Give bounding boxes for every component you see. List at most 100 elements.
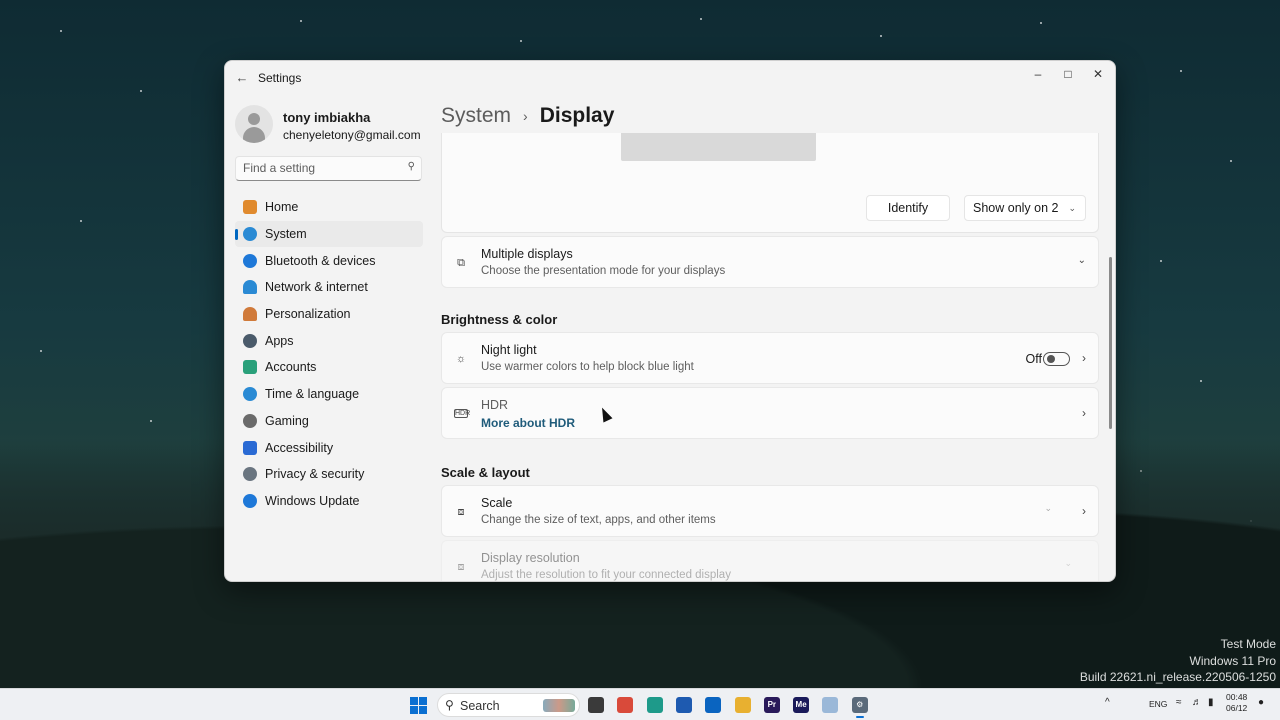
language-indicator[interactable]: ENG [1149, 699, 1167, 709]
taskbar-clock[interactable]: 00:48 06/12 [1226, 692, 1247, 714]
scale-select[interactable]: ⌄ [982, 499, 1060, 523]
watermark-line-2: Windows 11 Pro [1189, 653, 1276, 668]
monitor-preview[interactable] [621, 133, 816, 161]
sidebar-item-label: Apps [265, 333, 294, 348]
sidebar: tony imbiakha chenyeletony@gmail.com ⚲ H… [225, 95, 433, 581]
multiple-displays-card[interactable]: ⧉ Multiple displays Choose the presentat… [441, 236, 1099, 288]
sidebar-item-bluetooth-devices[interactable]: Bluetooth & devices [235, 247, 423, 274]
scale-card[interactable]: ⧈ Scale Change the size of text, apps, a… [441, 485, 1099, 537]
back-button[interactable]: ← [233, 69, 251, 87]
chevron-down-icon: ⌄ [1064, 558, 1072, 568]
edge-icon[interactable] [646, 697, 663, 713]
battery-icon[interactable]: ▮ [1208, 697, 1214, 708]
sidebar-item-gaming[interactable]: Gaming [235, 408, 423, 435]
explorer-icon[interactable] [734, 697, 751, 713]
sidebar-item-apps[interactable]: Apps [235, 327, 423, 354]
remote-desktop-icon[interactable] [822, 697, 839, 713]
sun-icon: ☼ [455, 353, 467, 365]
bluetooth-icon [243, 253, 257, 268]
sidebar-item-accounts[interactable]: Accounts [235, 354, 423, 381]
search-box[interactable]: ⚲ [235, 156, 422, 181]
multiple-displays-icon: ⧉ [457, 257, 465, 269]
chevron-right-icon[interactable]: › [1082, 351, 1086, 365]
display-resolution-card[interactable]: ⧈ Display resolution Adjust the resoluti… [441, 540, 1099, 581]
sidebar-item-windows-update[interactable]: Windows Update [235, 488, 423, 515]
display-resolution-title: Display resolution [481, 551, 580, 565]
apps-icon [243, 333, 257, 348]
night-light-state: Off [1025, 352, 1042, 366]
wifi-icon [243, 280, 257, 295]
night-light-subtitle: Use warmer colors to help block blue lig… [481, 361, 694, 373]
scale-subtitle: Change the size of text, apps, and other… [481, 514, 716, 526]
night-light-toggle[interactable] [1043, 352, 1070, 366]
chrome-icon[interactable] [617, 697, 634, 713]
sidebar-item-label: Windows Update [265, 493, 360, 508]
hdr-learn-more-link[interactable]: More about HDR [481, 416, 575, 430]
sidebar-item-label: Privacy & security [265, 467, 365, 482]
sidebar-item-accessibility[interactable]: Accessibility [235, 434, 423, 461]
media-encoder-icon[interactable]: Me [793, 697, 810, 713]
sidebar-item-privacy-security[interactable]: Privacy & security [235, 461, 423, 488]
multiple-displays-title: Multiple displays [481, 247, 573, 261]
sidebar-nav: Home System Bluetooth & devices Network & i… [235, 194, 423, 514]
profile-card[interactable]: tony imbiakha chenyeletony@gmail.com [235, 101, 431, 147]
tray-overflow-icon[interactable]: ^ [1105, 697, 1110, 708]
scale-section-title: Scale & layout [441, 465, 530, 480]
sidebar-item-label: Personalization [265, 307, 351, 322]
sidebar-item-label: Time & language [265, 387, 360, 402]
maximize-button[interactable]: □ [1053, 63, 1083, 85]
resolution-icon: ⧈ [457, 561, 465, 573]
start-button[interactable] [410, 697, 427, 714]
chevron-down-icon: ⌄ [1044, 503, 1052, 513]
chevron-right-icon[interactable]: › [1082, 406, 1086, 420]
brush-icon [243, 307, 257, 322]
sidebar-item-system[interactable]: System [235, 220, 423, 248]
hdr-title: HDR [481, 398, 509, 412]
watermark-line-3: Build 22621.ni_release.220506-1250 [1079, 670, 1276, 684]
hdr-card[interactable]: HDR HDR More about HDR › [441, 387, 1099, 439]
chevron-right-icon[interactable]: › [1082, 504, 1086, 518]
sidebar-item-label: System [265, 227, 307, 242]
chevron-down-icon[interactable]: ⌄ [1078, 255, 1086, 266]
system-icon [243, 227, 257, 242]
search-icon[interactable]: ⚲ [408, 161, 415, 172]
identify-button[interactable]: Identify [866, 195, 950, 221]
premiere-icon[interactable]: Pr [763, 697, 780, 713]
accounts-icon [243, 360, 257, 375]
night-light-title: Night light [481, 343, 537, 357]
file-manager-icon[interactable] [588, 697, 604, 713]
store-icon[interactable] [675, 697, 692, 713]
home-icon [243, 200, 257, 215]
multiple-displays-subtitle: Choose the presentation mode for your di… [481, 265, 726, 277]
notification-bell-icon[interactable]: ● [1258, 697, 1264, 708]
clock-date: 06/12 [1226, 703, 1248, 713]
sidebar-item-label: Gaming [265, 413, 309, 428]
minimize-button[interactable]: – [1023, 63, 1053, 85]
close-button[interactable]: ✕ [1083, 63, 1113, 85]
sidebar-item-personalization[interactable]: Personalization [235, 301, 423, 328]
gaming-icon [243, 413, 257, 428]
display-mode-select[interactable]: Show only on 2 ⌄ [964, 195, 1086, 221]
test-mode-watermark: Test Mode Windows 11 Pro Build 22621.ni_… [1080, 636, 1276, 686]
volume-icon[interactable]: ♬ [1192, 697, 1202, 708]
night-light-card[interactable]: ☼ Night light Use warmer colors to help … [441, 332, 1099, 384]
outlook-icon[interactable] [705, 697, 722, 713]
accessibility-icon [243, 440, 257, 455]
profile-email: chenyeletony@gmail.com [283, 128, 421, 142]
taskbar-search[interactable]: ⚲ Search [437, 693, 580, 717]
sidebar-item-home[interactable]: Home [235, 194, 423, 221]
wifi-icon[interactable]: ≈ [1176, 697, 1182, 708]
settings-scroll-area[interactable]: Identify Show only on 2 ⌄ ⧉ Multiple dis… [441, 133, 1099, 581]
main-content: System › Display Identify Show only on 2… [441, 95, 1115, 581]
search-input[interactable] [243, 161, 393, 175]
breadcrumb-parent[interactable]: System [441, 104, 511, 128]
settings-icon[interactable]: ⚙ [851, 697, 868, 718]
sidebar-item-network-internet[interactable]: Network & internet [235, 274, 423, 301]
hdr-icon: HDR [454, 409, 471, 418]
clock-time: 00:48 [1226, 692, 1248, 702]
resolution-select[interactable]: ⌄ [1002, 554, 1080, 578]
sidebar-item-time-language[interactable]: Time & language [235, 381, 423, 408]
app-title: Settings [258, 71, 302, 85]
scrollbar[interactable] [1109, 257, 1112, 429]
search-highlight-image [543, 699, 575, 712]
